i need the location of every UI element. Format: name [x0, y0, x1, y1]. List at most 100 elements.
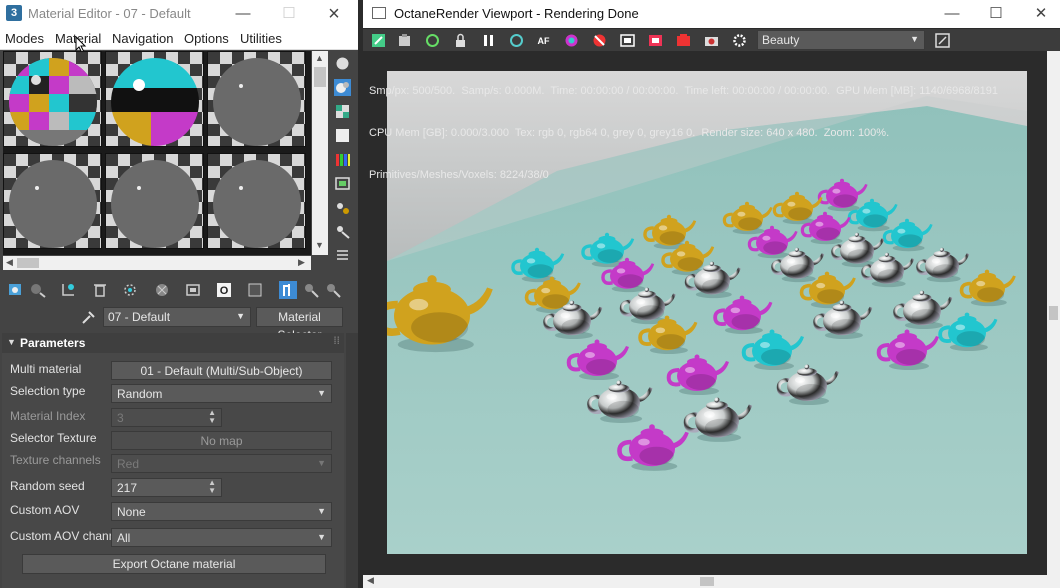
viewport-vertical-scrollbar[interactable]: [1047, 51, 1060, 575]
camera-icon[interactable]: [703, 32, 720, 49]
put-to-library-icon[interactable]: [153, 281, 171, 299]
viewport-horizontal-scrollbar[interactable]: ◀: [363, 575, 1060, 588]
material-id-channel-icon[interactable]: [184, 281, 202, 299]
texture-channels-dropdown[interactable]: Red ▼: [111, 454, 332, 473]
material-navigator-icon[interactable]: [334, 247, 351, 264]
eyedropper-icon[interactable]: [80, 309, 96, 325]
close-icon[interactable]: ×: [323, 4, 345, 24]
custom-aov-value: None: [117, 505, 146, 519]
scroll-up-icon[interactable]: ▲: [315, 53, 324, 63]
material-picker-icon[interactable]: [591, 32, 608, 49]
sample-slot-4[interactable]: [3, 153, 102, 249]
custom-aov-channel-label: Custom AOV channel: [10, 529, 125, 543]
settings-gear-icon[interactable]: [731, 32, 748, 49]
scroll-thumb[interactable]: [700, 577, 714, 586]
selector-texture-map-button[interactable]: No map: [111, 431, 332, 450]
selection-type-label: Selection type: [10, 384, 86, 398]
maximize-icon[interactable]: ☐: [278, 4, 300, 24]
color-picker-icon[interactable]: [563, 32, 580, 49]
render-pass-dropdown[interactable]: Beauty ▼: [757, 30, 925, 50]
selection-type-dropdown[interactable]: Random ▼: [111, 384, 332, 403]
close-icon[interactable]: ✕: [1030, 4, 1052, 24]
export-octane-material-button[interactable]: Export Octane material: [22, 554, 326, 574]
get-material-icon[interactable]: [7, 281, 25, 299]
minimize-icon[interactable]: —: [941, 4, 963, 24]
multi-material-label: Multi material: [10, 362, 82, 376]
scroll-right-icon[interactable]: ▶: [298, 257, 305, 268]
chevron-down-icon: ▼: [910, 34, 919, 44]
menu-modes[interactable]: Modes: [5, 31, 44, 46]
rollout-grip-icon: ⁞⁞: [333, 336, 340, 347]
show-end-result-icon[interactable]: [246, 281, 264, 299]
material-toolbar: O: [0, 281, 358, 301]
restart-render-icon[interactable]: [424, 32, 441, 49]
delete-icon[interactable]: [91, 281, 109, 299]
go-forward-sibling-icon[interactable]: [302, 281, 320, 299]
pick-material-icon[interactable]: [324, 281, 342, 299]
menu-navigation[interactable]: Navigation: [112, 31, 173, 46]
expand-view-icon[interactable]: [934, 32, 951, 49]
material-name-row: 07 - Default ▼ Material Selector: [0, 307, 358, 342]
assign-to-selection-icon[interactable]: [60, 281, 78, 299]
show-shaded-material-icon[interactable]: O: [215, 281, 233, 299]
autofocus-icon[interactable]: AF: [535, 32, 552, 49]
random-seed-spinner[interactable]: 217 ▲ ▼: [111, 478, 222, 497]
svg-text:AF: AF: [538, 36, 550, 46]
clear-icon[interactable]: [396, 32, 413, 49]
parameters-rollout-header[interactable]: ▼ Parameters ⁞⁞: [2, 333, 344, 353]
scroll-left-icon[interactable]: ◀: [6, 257, 13, 268]
custom-aov-dropdown[interactable]: None ▼: [111, 502, 332, 521]
scroll-thumb[interactable]: [1049, 306, 1058, 320]
save-image-icon[interactable]: [675, 32, 692, 49]
viewport-titlebar[interactable]: OctaneRender Viewport - Rendering Done —…: [363, 0, 1060, 28]
make-unique-icon[interactable]: [122, 281, 140, 299]
scroll-thumb[interactable]: [17, 258, 39, 268]
sample-slot-6[interactable]: [207, 153, 306, 249]
slots-vertical-scrollbar[interactable]: ▲ ▼: [312, 51, 328, 255]
refresh-icon[interactable]: [508, 32, 525, 49]
sample-type-sphere-icon[interactable]: [334, 55, 351, 72]
menu-options[interactable]: Options: [184, 31, 229, 46]
spinner-arrows-icon[interactable]: ▲ ▼: [208, 409, 216, 425]
material-editor-titlebar[interactable]: 3 Material Editor - 07 - Default — ☐ ×: [0, 0, 358, 28]
octane-viewport-window: OctaneRender Viewport - Rendering Done —…: [363, 0, 1060, 588]
sample-slot-5[interactable]: [105, 153, 204, 249]
make-preview-icon[interactable]: [334, 175, 351, 192]
scroll-down-icon[interactable]: ▼: [315, 240, 324, 250]
sample-uv-tiling-icon[interactable]: [334, 127, 351, 144]
backlight-icon[interactable]: [334, 79, 351, 96]
scroll-left-icon[interactable]: ◀: [367, 575, 374, 586]
video-color-check-icon[interactable]: [334, 151, 351, 168]
material-index-spinner[interactable]: 3 ▲ ▼: [111, 408, 222, 427]
parameters-scrollbar[interactable]: [346, 333, 358, 588]
maximize-icon[interactable]: ☐: [985, 4, 1007, 24]
sample-slot-1[interactable]: [3, 51, 102, 147]
material-editor-window: 3 Material Editor - 07 - Default — ☐ × M…: [0, 0, 358, 588]
send-scene-icon[interactable]: [370, 32, 387, 49]
film-region-icon[interactable]: [647, 32, 664, 49]
multi-material-button[interactable]: 01 - Default (Multi/Sub-Object): [111, 361, 332, 380]
custom-aov-channel-dropdown[interactable]: All ▼: [111, 528, 332, 547]
slots-horizontal-scrollbar[interactable]: ◀ ▶: [3, 256, 311, 270]
scroll-thumb[interactable]: [314, 67, 326, 87]
lock-icon[interactable]: [452, 32, 469, 49]
window-title: Material Editor - 07 - Default: [28, 6, 191, 21]
chevron-down-icon: ▼: [317, 506, 326, 516]
pause-icon[interactable]: [480, 32, 497, 49]
material-selector-button[interactable]: Material Selector: [256, 307, 343, 342]
region-render-icon[interactable]: [619, 32, 636, 49]
select-by-material-icon[interactable]: [334, 223, 351, 240]
put-to-scene-icon[interactable]: [29, 281, 47, 299]
sample-slot-2[interactable]: [105, 51, 204, 147]
options-icon[interactable]: [334, 199, 351, 216]
sample-slot-3[interactable]: [207, 51, 306, 147]
window-icon: [372, 7, 386, 19]
chevron-down-icon: ▼: [317, 532, 326, 542]
menu-utilities[interactable]: Utilities: [240, 31, 282, 46]
material-name-field[interactable]: 07 - Default ▼: [103, 307, 251, 327]
go-to-parent-icon[interactable]: [279, 281, 297, 299]
render-statistics: Smp/px: 500/500. Samp/s: 0.000M. Time: 0…: [369, 56, 998, 210]
background-checker-icon[interactable]: [334, 103, 351, 120]
minimize-icon[interactable]: —: [232, 4, 254, 24]
spinner-arrows-icon[interactable]: ▲ ▼: [208, 479, 216, 495]
